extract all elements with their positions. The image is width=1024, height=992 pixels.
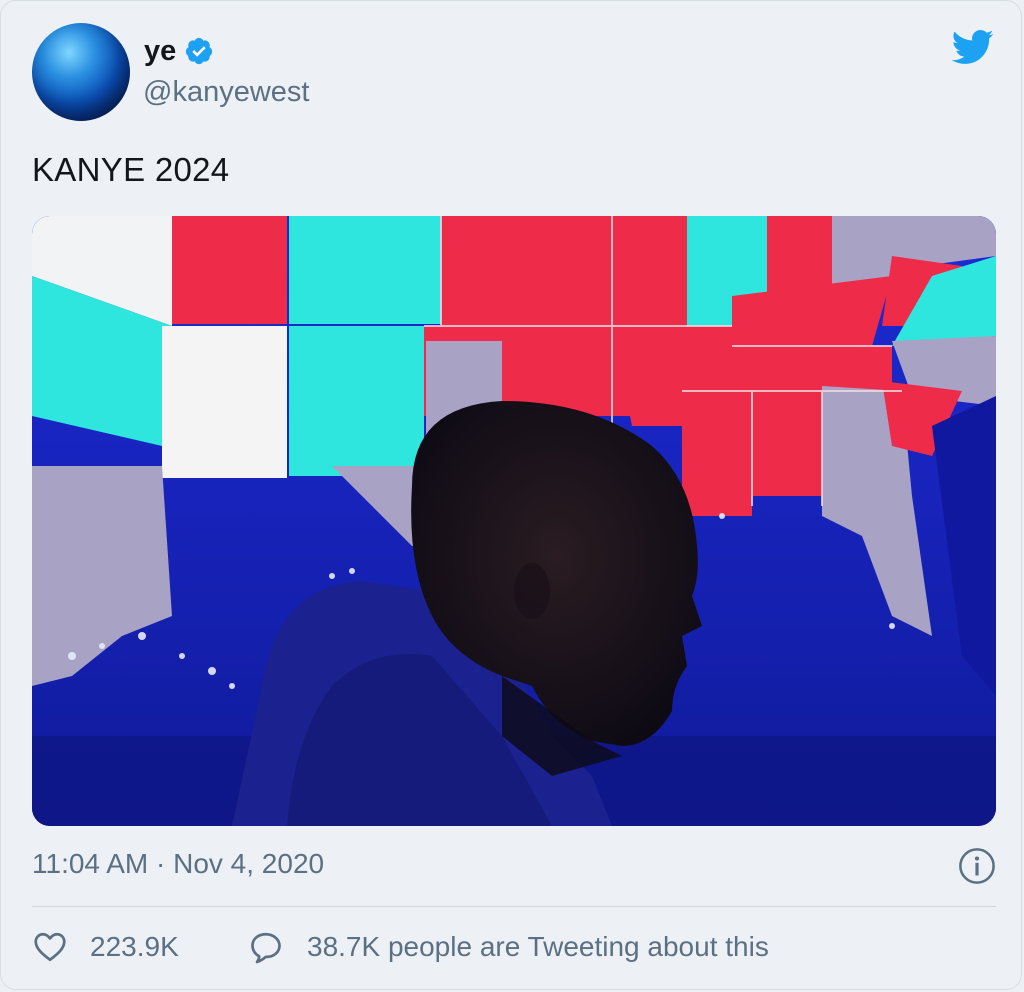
- divider: [32, 906, 996, 907]
- author-avatar[interactable]: [32, 23, 130, 121]
- speech-bubble-icon[interactable]: [247, 929, 285, 965]
- like-count: 223.9K: [90, 931, 179, 962]
- author-handle[interactable]: @kanyewest: [143, 75, 309, 109]
- tweet-card[interactable]: ye @kanyewest KANYE 2024 11:04 AM · Nov …: [0, 0, 1022, 990]
- tweeting-about-text[interactable]: 38.7K people are Tweeting about this: [307, 929, 769, 965]
- twitter-bird-icon[interactable]: [947, 25, 997, 69]
- author-display-name[interactable]: ye: [144, 34, 176, 68]
- author-name-row[interactable]: ye: [144, 34, 214, 68]
- verified-badge-icon: [186, 37, 213, 65]
- info-icon[interactable]: [958, 847, 996, 885]
- conversation-link[interactable]: 38.7K people are Tweeting about this: [247, 929, 769, 965]
- tweet-text: KANYE 2024: [32, 151, 230, 188]
- like-button[interactable]: 223.9K: [32, 929, 179, 965]
- tweet-timestamp[interactable]: 11:04 AM · Nov 4, 2020: [32, 847, 324, 881]
- heart-icon[interactable]: [32, 929, 68, 965]
- tweet-media-photo[interactable]: [32, 216, 996, 826]
- election-map-photo: [32, 216, 996, 826]
